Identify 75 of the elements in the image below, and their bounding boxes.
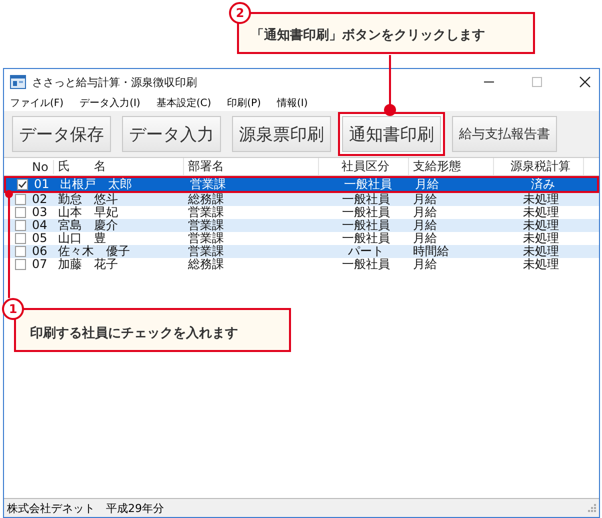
column-header[interactable]: 社員区分 [319, 158, 409, 175]
table-cell-text: 加藤 花子 [57, 258, 119, 271]
table-cell-text: 一般社員 [341, 219, 391, 232]
column-header[interactable]: No [28, 160, 54, 174]
table-cell-text: 総務課 [187, 258, 225, 271]
column-header[interactable]: 源泉税計算 [494, 158, 584, 175]
checkbox[interactable] [15, 220, 26, 231]
table-cell-text: 勤怠 悠斗 [57, 193, 119, 206]
checkbox[interactable] [15, 194, 26, 205]
table-cell-text: 出根戸 太郎 [59, 178, 133, 191]
table-cell-text: 一般社員 [341, 258, 391, 271]
callout-text: 印刷する社員にチェックを入れます [30, 326, 238, 341]
table-cell-text: 未処理 [522, 206, 560, 219]
table-cell-text: 佐々木 優子 [57, 245, 131, 258]
menu-item[interactable]: 情報(I) [276, 96, 308, 110]
toolbar-button[interactable]: 源泉票印刷 [232, 116, 331, 152]
menu-item[interactable]: 基本設定(C) [156, 96, 212, 110]
table-cell-text: 一般社員 [341, 232, 391, 245]
table-cell-text: 営業課 [187, 232, 225, 245]
menu-item[interactable]: ファイル(F) [10, 96, 64, 110]
checkbox[interactable] [15, 233, 26, 244]
table-cell-text: 未処理 [522, 219, 560, 232]
menu-item[interactable]: データ入力(I) [80, 96, 140, 110]
selected-row[interactable]: 01 出根戸 太郎 営業課 一般社員 月給 済み [4, 176, 599, 193]
resize-grip-icon[interactable] [588, 504, 596, 512]
toolbar-button[interactable]: データ保存 [12, 116, 111, 152]
window-title: ささっと給与計算・源泉徴収印刷 [32, 74, 197, 90]
table-cell-text: 04 [31, 219, 48, 232]
table-cell-text: 時間給 [412, 245, 450, 258]
table-cell-text: 一般社員 [343, 178, 393, 191]
table-cell-text: 03 [31, 206, 48, 219]
checkbox[interactable] [15, 259, 26, 270]
table-cell-text: 山本 早妃 [57, 206, 119, 219]
table-cell-text: 月給 [412, 232, 438, 245]
table-cell-text: 月給 [412, 206, 438, 219]
toolbar-button[interactable]: 給与支払報告書 [452, 116, 557, 152]
table-cell-text: パート [347, 245, 385, 258]
table-cell-text: 山口 豊 [57, 232, 107, 245]
table-cell-text: 済み [530, 178, 556, 191]
table-cell-text: 一般社員 [341, 193, 391, 206]
table-cell-text: 月給 [412, 193, 438, 206]
table-cell-text: 02 [31, 193, 48, 206]
app-icon [10, 75, 26, 89]
table-cell-text: 宮島 慶介 [57, 219, 119, 232]
table-cell-text: 月給 [412, 258, 438, 271]
table-cell-text: 未処理 [522, 193, 560, 206]
table-cell-text: 営業課 [189, 178, 227, 191]
close-icon[interactable] [579, 76, 591, 88]
table-cell-text: 06 [31, 245, 48, 258]
menu-item[interactable]: 印刷(P) [227, 96, 261, 110]
checkbox[interactable] [15, 246, 26, 257]
step-number: 2 [229, 2, 251, 24]
table-cell-text: 01 [33, 178, 50, 191]
table-cell-text: 営業課 [187, 206, 225, 219]
table-cell-text: 月給 [412, 219, 438, 232]
checkbox[interactable] [17, 179, 28, 190]
column-header[interactable]: 氏 名 [54, 158, 184, 175]
toolbar-button[interactable]: 通知書印刷 [342, 116, 441, 152]
table-cell-text: 月給 [414, 178, 440, 191]
table-cell-text: 未処理 [522, 258, 560, 271]
toolbar-button[interactable]: データ入力 [122, 116, 221, 152]
checkbox[interactable] [15, 207, 26, 218]
table-cell-text: 営業課 [187, 219, 225, 232]
callout-text: 「通知書印刷」ボタンをクリックします [251, 28, 485, 43]
column-header[interactable]: 支給形態 [409, 158, 494, 175]
table-cell-text: 未処理 [522, 232, 560, 245]
table-cell-text: 未処理 [522, 245, 560, 258]
table-cell-text: 05 [31, 232, 48, 245]
maximize-icon[interactable] [531, 76, 543, 88]
table-cell-text: 営業課 [187, 245, 225, 258]
table-cell-text: 総務課 [187, 193, 225, 206]
status-text: 株式会社デネット 平成29年分 [7, 500, 164, 516]
column-header[interactable]: 部署名 [184, 158, 319, 175]
table-cell-text: 07 [31, 258, 48, 271]
table-cell-text: 一般社員 [341, 206, 391, 219]
